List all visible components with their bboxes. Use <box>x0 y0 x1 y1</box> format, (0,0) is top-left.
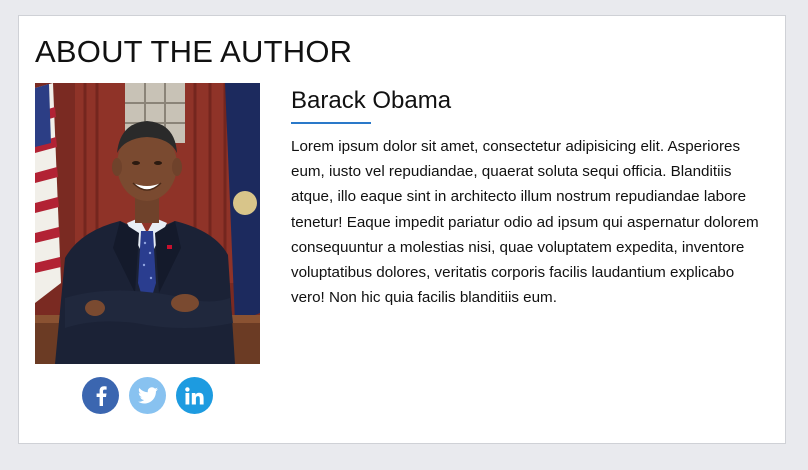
section-title: ABOUT THE AUTHOR <box>35 34 353 69</box>
facebook-button[interactable] <box>82 377 119 414</box>
linkedin-icon <box>185 386 204 405</box>
author-bio: Lorem ipsum dolor sit amet, consectetur … <box>291 138 759 307</box>
facebook-icon <box>95 385 107 406</box>
social-links <box>82 377 213 414</box>
author-card: ABOUT THE AUTHOR Barack Obama Lorem ipsu… <box>18 15 786 444</box>
author-photo <box>35 83 260 364</box>
twitter-icon <box>137 387 158 404</box>
name-underline <box>291 122 371 124</box>
linkedin-button[interactable] <box>176 377 213 414</box>
twitter-button[interactable] <box>129 377 166 414</box>
author-name: Barack Obama <box>291 87 452 114</box>
